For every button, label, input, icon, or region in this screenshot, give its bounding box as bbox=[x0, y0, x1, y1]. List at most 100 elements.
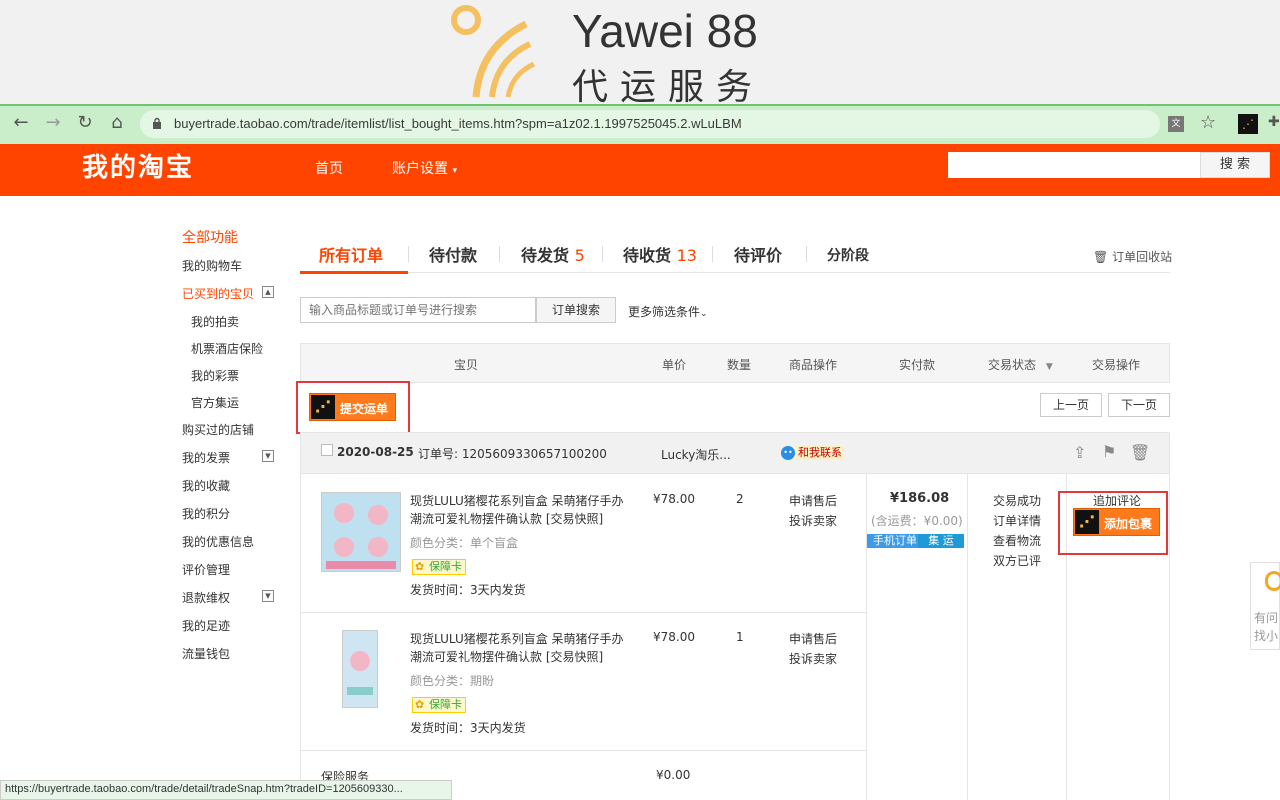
expand-icon[interactable]: ▼ bbox=[262, 590, 274, 602]
product-variant: 颜色分类：单个盲盒 bbox=[410, 536, 519, 550]
col-header-status[interactable]: 交易状态 ▼ bbox=[988, 356, 1053, 373]
order-detail-link[interactable]: 订单详情 bbox=[993, 512, 1041, 529]
complain-link[interactable]: 投诉卖家 bbox=[789, 650, 837, 667]
complain-link[interactable]: 投诉卖家 bbox=[789, 512, 837, 529]
tab-unshipped-count: 5 bbox=[574, 246, 585, 265]
page-title[interactable]: 我的淘宝 bbox=[82, 148, 194, 188]
guarantee-label: 保障卡 bbox=[429, 560, 462, 573]
translate-icon[interactable]: 文 bbox=[1168, 116, 1184, 132]
more-filters-label: 更多筛选条件 bbox=[628, 305, 701, 319]
nav-account-settings[interactable]: 账户设置 ▾ bbox=[392, 158, 457, 178]
tab-unpaid[interactable]: 待付款 bbox=[429, 242, 477, 266]
tab-separator bbox=[806, 246, 807, 262]
bookmark-star-icon[interactable]: ☆ bbox=[1200, 112, 1216, 133]
nav-home[interactable]: 首页 bbox=[315, 158, 343, 178]
after-sale-link[interactable]: 申请售后 bbox=[789, 492, 837, 509]
both-rated-status: 双方已评 bbox=[993, 554, 1042, 568]
quantity: 1 bbox=[736, 630, 744, 644]
submit-waybill-button[interactable]: ⋰ 提交运单 bbox=[309, 393, 396, 421]
back-icon[interactable]: ← bbox=[10, 112, 32, 134]
shipping-fee: (含运费：¥0.00) bbox=[871, 514, 963, 528]
sidebar-item-refund[interactable]: 退款维权 bbox=[182, 589, 230, 606]
product-title[interactable]: 现货LULU猪樱花系列盲盒 呆萌猪仔手办潮流可爱礼物摆件确认款 [交易快照] bbox=[410, 492, 625, 528]
col-header-qty: 数量 bbox=[727, 358, 752, 372]
guarantee-icon: ✿ bbox=[415, 698, 425, 711]
sidebar-item-flight[interactable]: 机票酒店保险 bbox=[191, 340, 263, 357]
sidebar-item-footprint[interactable]: 我的足迹 bbox=[182, 617, 230, 634]
chevron-down-icon: ▾ bbox=[452, 166, 457, 176]
guarantee-label: 保障卡 bbox=[429, 698, 462, 711]
add-review-link[interactable]: 追加评论 bbox=[1093, 492, 1141, 509]
sidebar-item-invoice[interactable]: 我的发票 bbox=[182, 449, 230, 466]
order-date: 2020-08-25 bbox=[337, 445, 414, 459]
share-icon[interactable]: ⇪ bbox=[1073, 443, 1086, 462]
delete-icon[interactable]: 🗑 bbox=[1130, 443, 1150, 462]
more-filters-toggle[interactable]: 更多筛选条件⌄ bbox=[628, 303, 708, 320]
guarantee-badge[interactable]: ✿ 保障卡 bbox=[412, 697, 466, 713]
sidebar-item-favorites[interactable]: 我的收藏 bbox=[182, 477, 230, 494]
recycle-bin-link[interactable]: 🗑 订单回收站 bbox=[1093, 248, 1172, 265]
extension-icon[interactable]: ⋰ bbox=[1238, 114, 1258, 134]
ship-time: 发货时间：3天内发货 bbox=[410, 583, 526, 597]
forward-icon[interactable]: → bbox=[42, 112, 64, 134]
sidebar-item-auction[interactable]: 我的拍卖 bbox=[191, 313, 239, 330]
expand-icon[interactable]: ▼ bbox=[262, 450, 274, 462]
sidebar-item-reviews[interactable]: 评价管理 bbox=[182, 561, 230, 578]
col-header-actions: 交易操作 bbox=[1092, 358, 1141, 372]
order-select-checkbox[interactable] bbox=[321, 444, 333, 456]
search-button[interactable]: 搜 索 bbox=[1200, 152, 1270, 178]
tab-unreceived[interactable]: 待收货 13 bbox=[623, 242, 697, 266]
guarantee-badge[interactable]: ✿ 保障卡 bbox=[412, 559, 466, 575]
product-title[interactable]: 现货LULU猪樱花系列盲盒 呆萌猪仔手办潮流可爱礼物摆件确认款 [交易快照] bbox=[410, 630, 625, 666]
sidebar-item-consolidate[interactable]: 官方集运 bbox=[191, 394, 239, 411]
url-text[interactable]: buyertrade.taobao.com/trade/itemlist/lis… bbox=[174, 116, 742, 131]
order-number: 订单号: 1205609330657100200 bbox=[418, 445, 607, 462]
sidebar-all-features[interactable]: 全部功能 bbox=[182, 227, 238, 247]
help-widget[interactable]: 有问 找小 bbox=[1250, 562, 1280, 650]
order-number-value: 1205609330657100200 bbox=[461, 447, 607, 461]
col-header-price: 单价 bbox=[662, 358, 687, 372]
tab-separator bbox=[408, 246, 409, 262]
puzzle-extension-icon[interactable]: ✚ bbox=[1268, 114, 1280, 130]
sidebar-item-cart[interactable]: 我的购物车 bbox=[182, 257, 242, 274]
home-icon[interactable]: ⌂ bbox=[106, 112, 128, 134]
after-sale-link[interactable]: 申请售后 bbox=[789, 630, 837, 647]
tab-staged[interactable]: 分阶段 bbox=[827, 245, 869, 265]
add-package-button[interactable]: ⋰ 添加包裹 bbox=[1073, 508, 1160, 536]
product-thumbnail[interactable] bbox=[321, 492, 401, 572]
sidebar-item-points[interactable]: 我的积分 bbox=[182, 505, 230, 522]
sidebar-item-lottery[interactable]: 我的彩票 bbox=[191, 367, 239, 384]
column-divider bbox=[967, 474, 968, 800]
chat-icon[interactable]: •• bbox=[781, 446, 795, 460]
order-search-input[interactable] bbox=[300, 297, 536, 323]
reload-icon[interactable]: ↻ bbox=[74, 112, 96, 134]
sidebar-item-coupons[interactable]: 我的优惠信息 bbox=[182, 533, 254, 550]
view-logistics-link[interactable]: 查看物流 bbox=[993, 532, 1041, 549]
tab-divider bbox=[300, 272, 1170, 273]
sidebar-item-bought[interactable]: 已买到的宝贝 bbox=[182, 285, 254, 302]
product-variant: 颜色分类：期盼 bbox=[410, 674, 495, 688]
helper-line1: 有问 bbox=[1254, 611, 1279, 625]
tab-unrated[interactable]: 待评价 bbox=[734, 242, 782, 266]
unit-price: ¥78.00 bbox=[653, 630, 695, 644]
flag-icon[interactable]: ⚑ bbox=[1102, 442, 1116, 461]
ship-time: 发货时间：3天内发货 bbox=[410, 721, 526, 735]
trash-icon: 🗑 bbox=[1093, 250, 1109, 264]
sidebar-item-shops[interactable]: 购买过的店铺 bbox=[182, 421, 254, 438]
search-input[interactable] bbox=[948, 152, 1200, 178]
contact-seller-link[interactable]: 和我联系 bbox=[796, 446, 844, 460]
tab-all-orders[interactable]: 所有订单 bbox=[319, 242, 383, 266]
sidebar-item-wallet[interactable]: 流量钱包 bbox=[182, 645, 230, 662]
prev-page-button[interactable]: 上一页 bbox=[1040, 393, 1102, 417]
col-header-item-ops: 商品操作 bbox=[789, 358, 838, 372]
tab-unshipped[interactable]: 待发货 5 bbox=[521, 242, 585, 266]
helper-icon bbox=[1265, 571, 1280, 591]
next-page-button[interactable]: 下一页 bbox=[1108, 393, 1170, 417]
collapse-icon[interactable]: ▲ bbox=[262, 286, 274, 298]
table-row: 现货LULU猪樱花系列盲盒 呆萌猪仔手办潮流可爱礼物摆件确认款 [交易快照] 颜… bbox=[301, 612, 866, 750]
product-thumbnail[interactable] bbox=[342, 630, 378, 708]
order-search-button[interactable]: 订单搜索 bbox=[536, 297, 616, 323]
lock-icon bbox=[153, 117, 161, 129]
yawei-logo-icon bbox=[451, 5, 536, 98]
seller-name[interactable]: Lucky淘乐... bbox=[661, 446, 731, 463]
